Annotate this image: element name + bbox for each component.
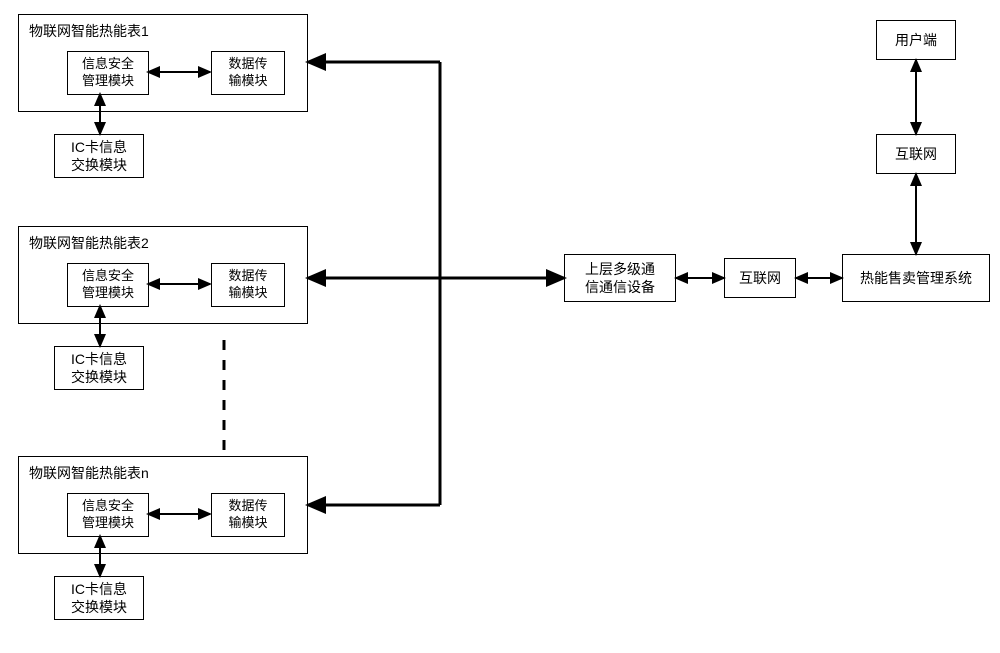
diagram-connectors [0, 0, 1000, 653]
